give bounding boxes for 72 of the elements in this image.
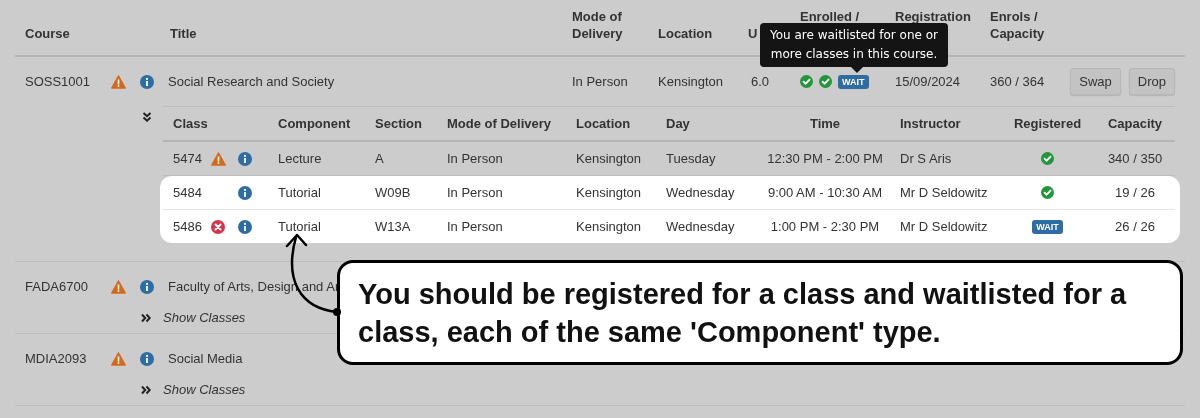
table-cell-text: W09B (374, 184, 412, 202)
action-button[interactable]: Swap (1070, 68, 1121, 95)
action-button[interactable]: Drop (1128, 68, 1175, 95)
column-header: Registered (1012, 115, 1083, 133)
table-cell-text: 9:00 AM - 10:30 AM (766, 184, 884, 202)
double-chevron-right-icon (141, 384, 151, 395)
column-header: Class (172, 115, 209, 133)
course-title: Social Media (168, 351, 243, 366)
callout-box: You should be registered for a class and waitlisted for a class, each of the same 'Component' type. (337, 260, 1183, 365)
table-cell-text: 360 / 364 (989, 73, 1046, 91)
info-icon[interactable] (139, 351, 154, 366)
column-header: Location (658, 25, 713, 42)
course-code: MDIA2093 (24, 350, 88, 368)
table-cell-text: In Person (446, 184, 504, 202)
info-icon[interactable] (238, 185, 252, 200)
wait-badge: WAIT (838, 74, 869, 89)
table-cell-text: 15/09/2024 (894, 73, 962, 91)
column-header: Location (575, 115, 632, 133)
column-header: Capacity (1106, 115, 1164, 133)
table-cell-text: Wednesday (665, 184, 736, 202)
class-number: 5484 (173, 185, 203, 200)
table-cell-text: Kensington (657, 73, 725, 91)
table-cell-text: 12:30 PM - 2:00 PM (766, 150, 884, 168)
table-cell-text: Kensington (575, 184, 643, 202)
table-cell-text: Mr D Seldowitz (899, 184, 989, 202)
table-cell-text: Tutorial (277, 218, 322, 236)
table-cell-text: Wednesday (665, 218, 736, 236)
table-cell-text: Lecture (277, 150, 323, 168)
class-number: 5486 (173, 219, 203, 234)
class-number: 5474 (173, 151, 203, 166)
table-cell-text: Dr S Aris (899, 150, 953, 168)
table-cell-text: Tutorial (277, 184, 322, 202)
double-chevron-right-icon (141, 312, 151, 323)
tooltip: You are waitlisted for one or more classes in this course. (760, 23, 948, 73)
info-icon[interactable] (238, 151, 252, 166)
table-cell-text: 6.0 (750, 73, 771, 91)
table-cell-text: Mr D Seldowitz (899, 218, 989, 236)
table-cell-text: 1:00 PM - 2:30 PM (769, 218, 881, 236)
wait-badge: WAIT (1032, 219, 1063, 234)
table-cell-text: Kensington (575, 150, 643, 168)
table-cell-text: In Person (571, 73, 629, 91)
show-classes-link[interactable]: Show Classes (133, 383, 246, 405)
table-cell-text: Tuesday (665, 150, 717, 168)
column-header: Instructor (899, 115, 962, 133)
table-cell-text: In Person (446, 150, 504, 168)
course-code: FADA6700 (24, 278, 89, 296)
table-cell-text: In Person (446, 218, 504, 236)
column-header: Enrolled / (800, 8, 860, 25)
info-icon[interactable] (139, 279, 154, 294)
show-classes-link[interactable]: Show Classes (133, 311, 246, 333)
course-title: Social Research and Society (168, 74, 335, 89)
column-header: Component (277, 115, 352, 133)
table-cell-text: A (374, 150, 385, 168)
column-header: Section (374, 115, 423, 133)
double-chevron-down-icon[interactable] (141, 112, 152, 122)
column-header: Mode of Delivery (572, 8, 624, 42)
column-header: Title (170, 25, 197, 42)
column-header: Registration (895, 8, 971, 25)
info-icon[interactable] (238, 219, 252, 234)
info-icon[interactable] (139, 74, 154, 89)
column-header: Course (25, 25, 70, 42)
column-header: U (748, 25, 758, 42)
column-header: Time (808, 115, 842, 133)
table-cell-text: W13A (374, 218, 412, 236)
table-cell-text: 19 / 26 (1114, 184, 1156, 202)
column-header: Enrols / Capacity (990, 8, 1046, 42)
table-cell-text: 26 / 26 (1114, 218, 1156, 236)
course-code: SOSS1001 (24, 73, 92, 91)
table-cell-text: Kensington (575, 218, 643, 236)
table-cell-text: 340 / 350 (1106, 150, 1164, 168)
column-header: Mode of Delivery (446, 115, 553, 133)
column-header: Day (665, 115, 691, 133)
